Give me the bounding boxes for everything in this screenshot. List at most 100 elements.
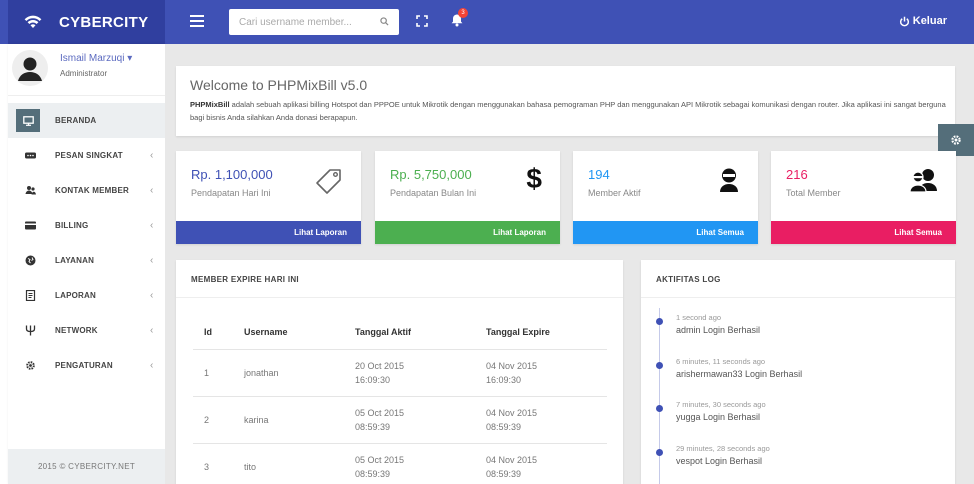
chevron-left-icon: ‹ [150,255,154,266]
logout-button[interactable]: Keluar [899,15,947,27]
chevron-left-icon: ‹ [150,150,154,161]
fullscreen-icon[interactable] [416,15,428,27]
log-time: 29 minutes, 28 seconds ago [676,444,770,453]
stat-card-active-members: 194 Member Aktif Lihat Semua [573,151,758,244]
column-header-active-date: Tanggal Aktif [344,316,475,350]
table-row[interactable]: 3 tito 05 Oct 2015 08:59:39 04 Nov 2015 08… [193,443,607,484]
cell-active-date: 20 Oct 2015 16:09:30 [344,349,475,397]
sidebar: Ismail Marzuqi ▾ Administrator BERANDA P… [8,44,165,484]
sidebar-item-label: BILLING [55,221,89,230]
column-header-username: Username [233,316,344,350]
stat-label: Total Member [786,188,841,198]
stat-card-daily-income: Rp. 1,100,000 Pendapatan Hari Ini Lihat … [176,151,361,244]
logout-label: Keluar [912,15,947,27]
panel-title: AKTIFITAS LOG [656,275,721,284]
divider [641,297,955,298]
brand[interactable]: CYBERCITY [8,0,165,44]
sidebar-item-billing[interactable]: BILLING ‹ [8,208,165,243]
globe-icon [25,255,36,266]
app-name: PHPMixBill [190,100,230,109]
search-icon[interactable] [380,17,389,26]
welcome-body: adalah sebuah aplikasi billing Hotspot d… [190,100,946,122]
tag-icon [316,169,341,194]
log-message: admin Login Berhasil [676,325,761,335]
cell-username: jonathan [233,349,344,397]
sidebar-item-pesan-singkat[interactable]: PESAN SINGKAT ‹ [8,138,165,173]
timeline-dot [656,318,663,325]
brand-name: CYBERCITY [59,13,149,31]
sidebar-item-laporan[interactable]: LAPORAN ‹ [8,278,165,313]
notification-badge: 3 [458,8,468,18]
notification-button[interactable]: 3 [450,8,468,29]
sidebar-footer: 2015 © CYBERCITY.NET [8,449,165,484]
stat-value: 194 [588,167,610,182]
report-icon [25,290,36,301]
cell-id: 1 [193,349,233,397]
sidebar-menu: BERANDA PESAN SINGKAT ‹ KONTAK MEMBER ‹ … [8,103,165,383]
view-all-button[interactable]: Lihat Semua [573,221,758,244]
activity-log-panel: AKTIFITAS LOG 1 second ago admin Login B… [641,260,955,484]
panel-title: MEMBER EXPIRE HARI INI [191,275,299,284]
credit-card-icon [25,221,36,230]
view-report-button[interactable]: Lihat Laporan [375,221,560,244]
stat-value: Rp. 5,750,000 [390,167,472,182]
table-header-row: Id Username Tanggal Aktif Tanggal Expire [193,316,607,350]
cell-expire-date: 04 Nov 2015 16:09:30 [475,349,607,397]
table-row[interactable]: 2 karina 05 Oct 2015 08:59:39 04 Nov 2015… [193,396,607,444]
users-group-icon [909,169,937,193]
users-icon [25,186,36,195]
avatar[interactable] [12,50,48,86]
monitor-icon [16,109,40,132]
sidebar-item-pengaturan[interactable]: PENGATURAN ‹ [8,348,165,383]
cell-expire-date: 04 Nov 2015 08:59:39 [475,396,607,444]
sidebar-item-kontak-member[interactable]: KONTAK MEMBER ‹ [8,173,165,208]
menu-toggle-icon[interactable] [190,15,204,27]
gear-icon [26,361,35,370]
cell-username: tito [233,443,344,484]
sms-icon [25,152,36,159]
chevron-left-icon: ‹ [150,360,154,371]
view-all-button[interactable]: Lihat Semua [771,221,956,244]
user-name-dropdown[interactable]: Ismail Marzuqi ▾ [60,53,132,64]
cell-expire-date: 04 Nov 2015 08:59:39 [475,443,607,484]
sidebar-item-label: LAYANAN [55,256,95,265]
timeline-dot [656,362,663,369]
chevron-left-icon: ‹ [150,185,154,196]
search-input[interactable] [239,16,377,28]
user-icon [720,168,738,192]
stat-card-monthly-income: Rp. 5,750,000 Pendapatan Bulan Ini $ Lih… [375,151,560,244]
main-content: Welcome to PHPMixBill v5.0 PHPMixBill ad… [165,44,974,484]
sidebar-item-layanan[interactable]: LAYANAN ‹ [8,243,165,278]
gear-icon [951,135,961,145]
column-header-expire-date: Tanggal Expire [475,316,607,350]
stat-label: Pendapatan Bulan Ini [390,188,477,198]
sidebar-item-label: LAPORAN [55,291,96,300]
sidebar-item-label: NETWORK [55,326,98,335]
log-message: yugga Login Berhasil [676,412,761,422]
welcome-card: Welcome to PHPMixBill v5.0 PHPMixBill ad… [176,66,955,136]
timeline-line [659,308,660,484]
chevron-left-icon: ‹ [150,290,154,301]
sidebar-item-label: PENGATURAN [55,361,113,370]
sidebar-item-beranda[interactable]: BERANDA [8,103,165,138]
timeline-dot [656,449,663,456]
top-navbar: CYBERCITY 3 Keluar [0,0,974,44]
stat-label: Member Aktif [588,188,641,198]
divider [176,297,623,298]
stat-value: Rp. 1,100,000 [191,167,273,182]
log-time: 6 minutes, 11 seconds ago [676,357,766,366]
stat-label: Pendapatan Hari Ini [191,188,271,198]
wifi-icon [23,12,43,32]
stat-value: 216 [786,167,808,182]
column-header-id: Id [193,316,233,350]
sidebar-item-network[interactable]: NETWORK ‹ [8,313,165,348]
welcome-title: Welcome to PHPMixBill v5.0 [190,77,368,93]
dollar-icon: $ [526,163,542,194]
search-box [229,9,399,35]
table-row[interactable]: 1 jonathan 20 Oct 2015 16:09:30 04 Nov 20… [193,349,607,397]
log-message: vespot Login Berhasil [676,456,763,466]
view-report-button[interactable]: Lihat Laporan [176,221,361,244]
expiring-members-table: Id Username Tanggal Aktif Tanggal Expire… [193,316,607,484]
log-time: 1 second ago [676,313,722,322]
cell-active-date: 05 Oct 2015 08:59:39 [344,443,475,484]
